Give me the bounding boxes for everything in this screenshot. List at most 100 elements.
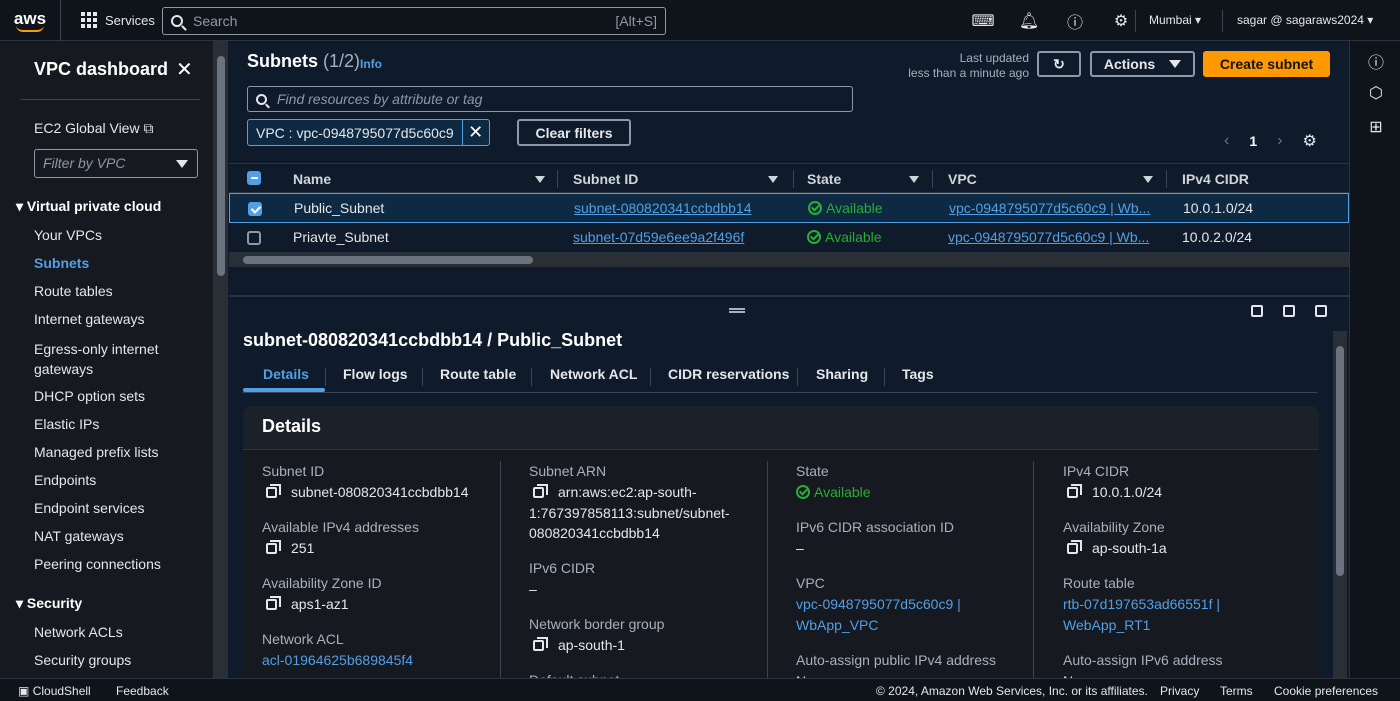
feedback-icon[interactable]: ⊞ <box>1367 117 1385 137</box>
chevron-left-icon[interactable]: ‹ <box>1224 132 1229 150</box>
sidebar-item-route-tables[interactable]: Route tables <box>34 283 113 299</box>
page-number[interactable]: 1 <box>1249 133 1257 149</box>
column-header-ipv4-cidr[interactable]: IPv4 CIDR <box>1182 171 1249 187</box>
field-route-table-link[interactable]: WebApp_RT1 <box>1063 615 1150 635</box>
column-header-subnet-id[interactable]: Subnet ID <box>573 171 638 187</box>
table-row[interactable]: Priavte_Subnet subnet-07d59e6ee9a2f496f … <box>229 223 1349 253</box>
chevron-right-icon[interactable]: › <box>1277 132 1282 150</box>
tab-details[interactable]: Details <box>263 366 309 382</box>
scroll-thumb[interactable] <box>217 56 225 276</box>
sidebar-item-managed-prefix-lists[interactable]: Managed prefix lists <box>34 444 159 460</box>
filter-by-vpc-select[interactable]: Filter by VPC <box>34 149 198 178</box>
clear-filters-button[interactable]: Clear filters <box>517 119 631 146</box>
privacy-link[interactable]: Privacy <box>1160 684 1199 698</box>
close-icon[interactable]: ✕ <box>176 57 193 82</box>
sidebar: VPC dashboard ✕ EC2 Global View ⧉ Filter… <box>0 41 214 678</box>
sidebar-section-vpc[interactable]: ▾ Virtual private cloud <box>16 198 161 215</box>
cell-state: Available <box>807 229 882 245</box>
aws-logo[interactable]: aws <box>0 0 60 41</box>
create-subnet-button[interactable]: Create subnet <box>1203 51 1330 77</box>
sidebar-item-internet-gateways[interactable]: Internet gateways <box>34 311 145 327</box>
field-route-table-link[interactable]: rtb-07d197653ad66551f | <box>1063 594 1220 614</box>
tab-network-acl[interactable]: Network ACL <box>550 366 637 382</box>
tab-route-table[interactable]: Route table <box>440 366 516 382</box>
sort-icon[interactable] <box>1143 176 1153 183</box>
sidebar-item-elastic-ips[interactable]: Elastic IPs <box>34 416 99 432</box>
field-network-acl-link[interactable]: acl-01964625b689845f4 <box>262 650 413 670</box>
settings-gear-icon[interactable]: ⚙ <box>1098 11 1144 31</box>
services-menu-button[interactable]: Services <box>60 0 155 41</box>
row-checkbox[interactable] <box>248 202 262 216</box>
sidebar-item-subnets[interactable]: Subnets <box>34 255 89 271</box>
sidebar-item-peering-connections[interactable]: Peering connections <box>34 556 161 572</box>
copy-icon[interactable] <box>266 540 281 554</box>
sidebar-item-egress-only-gateways[interactable]: Egress-only internet gateways <box>34 339 184 379</box>
copy-icon[interactable] <box>266 596 281 610</box>
region-selector[interactable]: Mumbai ▾ <box>1149 13 1201 27</box>
sidebar-scrollbar[interactable] <box>214 41 228 678</box>
copy-icon[interactable] <box>533 637 548 651</box>
cloudshell-icon[interactable]: ⌨ <box>960 11 1006 31</box>
sidebar-item-security-groups[interactable]: Security groups <box>34 652 131 668</box>
row-checkbox[interactable] <box>247 231 261 245</box>
sidebar-item-network-acls[interactable]: Network ACLs <box>34 624 123 640</box>
hexagon-settings-icon[interactable]: ⬡ <box>1367 83 1385 103</box>
feedback-link[interactable]: Feedback <box>116 684 169 698</box>
sort-icon[interactable] <box>535 176 545 183</box>
copy-icon[interactable] <box>1067 484 1082 498</box>
terms-link[interactable]: Terms <box>1220 684 1253 698</box>
tab-cidr-reservations[interactable]: CIDR reservations <box>668 366 789 382</box>
info-icon[interactable]: ⓘ <box>1367 49 1385 73</box>
copy-icon[interactable] <box>1067 540 1082 554</box>
table-horizontal-scrollbar[interactable] <box>229 253 1349 267</box>
filter-token[interactable]: VPC : vpc-0948795077d5c60c9 ✕ <box>247 119 490 146</box>
cookie-preferences-link[interactable]: Cookie preferences <box>1274 684 1378 698</box>
cell-subnet-id-link[interactable]: subnet-080820341ccbdbb14 <box>574 200 752 216</box>
remove-filter-close-icon[interactable]: ✕ <box>461 120 489 145</box>
field-vpc-link[interactable]: WbApp_VPC <box>796 615 878 635</box>
table-settings-gear-icon[interactable]: ⚙ <box>1302 131 1316 151</box>
detail-vertical-scrollbar[interactable] <box>1333 331 1347 678</box>
panel-maximize-icon[interactable] <box>1315 305 1327 317</box>
field-vpc-link[interactable]: vpc-0948795077d5c60c9 | <box>796 594 961 614</box>
copy-icon[interactable] <box>533 484 548 498</box>
sort-icon[interactable] <box>768 176 778 183</box>
column-header-name[interactable]: Name <box>293 171 331 187</box>
cell-vpc-link[interactable]: vpc-0948795077d5c60c9 | Wb... <box>948 229 1149 245</box>
sidebar-item-your-vpcs[interactable]: Your VPCs <box>34 227 102 243</box>
copy-icon[interactable] <box>266 484 281 498</box>
cell-vpc-link[interactable]: vpc-0948795077d5c60c9 | Wb... <box>949 200 1150 216</box>
sidebar-section-security[interactable]: ▾ Security <box>16 595 82 612</box>
scroll-thumb[interactable] <box>243 256 533 264</box>
sidebar-title[interactable]: VPC dashboard <box>34 59 168 80</box>
sidebar-item-endpoint-services[interactable]: Endpoint services <box>34 500 145 516</box>
sidebar-item-ec2-global-view[interactable]: EC2 Global View ⧉ <box>34 120 153 137</box>
table-row[interactable]: Public_Subnet subnet-080820341ccbdbb14 A… <box>229 193 1349 223</box>
account-menu[interactable]: sagar @ sagaraws2024 ▾ <box>1237 13 1373 27</box>
sidebar-item-nat-gateways[interactable]: NAT gateways <box>34 528 124 544</box>
cloudshell-footer-button[interactable]: ▣ CloudShell <box>18 684 91 698</box>
sidebar-item-dhcp-option-sets[interactable]: DHCP option sets <box>34 388 145 404</box>
cell-subnet-id-link[interactable]: subnet-07d59e6ee9a2f496f <box>573 229 744 245</box>
field-state: Available <box>796 482 871 502</box>
select-all-checkbox[interactable] <box>247 171 261 185</box>
column-header-state[interactable]: State <box>807 171 841 187</box>
sidebar-item-endpoints[interactable]: Endpoints <box>34 472 96 488</box>
tab-sharing[interactable]: Sharing <box>816 366 868 382</box>
actions-button[interactable]: Actions <box>1090 51 1195 77</box>
find-resources-input[interactable]: Find resources by attribute or tag <box>247 86 853 112</box>
tab-tags[interactable]: Tags <box>902 366 934 382</box>
info-link[interactable]: Info <box>360 57 382 71</box>
column-header-vpc[interactable]: VPC <box>948 171 977 187</box>
scroll-thumb[interactable] <box>1336 346 1344 576</box>
notifications-bell-icon[interactable]: 🔔︎ <box>1006 11 1052 31</box>
sort-icon[interactable] <box>909 176 919 183</box>
refresh-button[interactable]: ↻ <box>1037 51 1081 77</box>
panel-bottom-icon[interactable] <box>1251 305 1263 317</box>
drag-handle-icon[interactable] <box>729 308 745 313</box>
global-search-input[interactable]: Search [Alt+S] <box>162 7 666 35</box>
tab-flow-logs[interactable]: Flow logs <box>343 366 408 382</box>
help-icon[interactable]: ⓘ <box>1052 9 1098 33</box>
field-ipv6-association: – <box>796 540 804 556</box>
panel-side-icon[interactable] <box>1283 305 1295 317</box>
